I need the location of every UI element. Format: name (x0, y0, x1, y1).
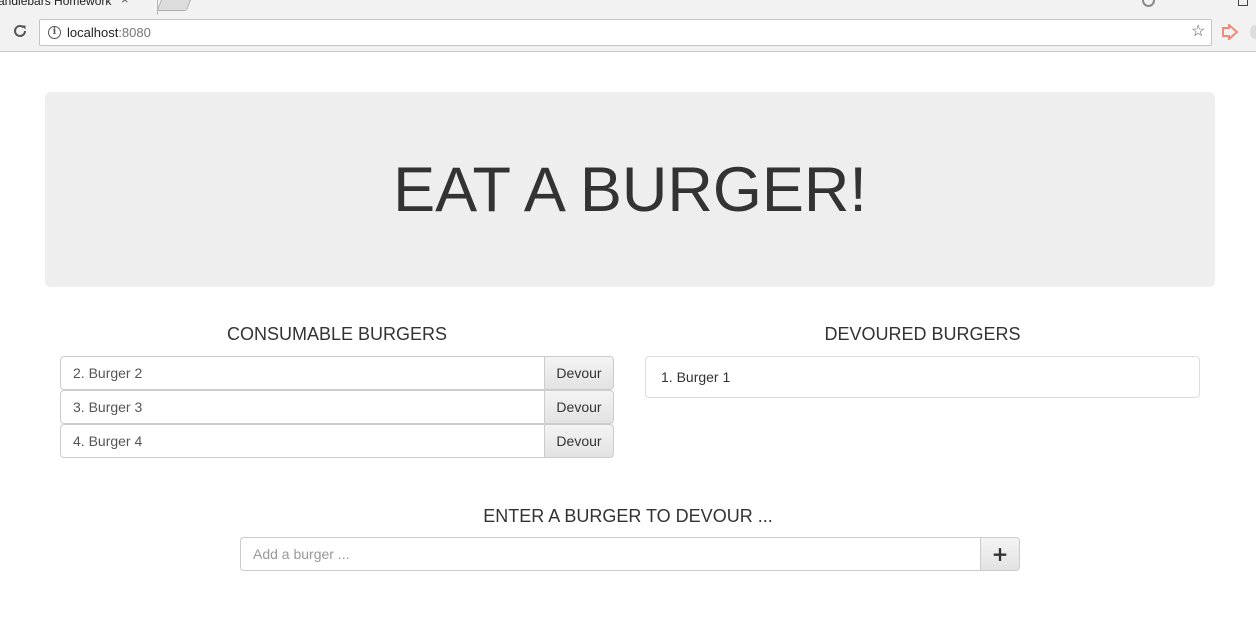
consumable-burger-name: 3. Burger 3 (60, 390, 544, 424)
add-burger-heading: ENTER A BURGER TO DEVOUR ... (483, 506, 773, 526)
tab-title: andlebars Homework (0, 0, 112, 8)
consumable-heading: CONSUMABLE BURGERS (226, 324, 448, 344)
browser-tab[interactable]: andlebars Homework × (0, 0, 158, 15)
add-burger-input[interactable] (240, 537, 980, 571)
tab-close-icon[interactable]: × (121, 0, 129, 6)
window-restore-icon[interactable] (1238, 0, 1248, 6)
address-bar[interactable]: i localhost:8080 ☆ (39, 19, 1212, 46)
new-tab-button[interactable] (156, 0, 194, 11)
profile-icon[interactable] (1142, 0, 1155, 7)
url-host: localhost (67, 25, 119, 40)
browser-tabstrip: andlebars Homework × (0, 0, 1256, 15)
add-burger-button[interactable]: + (980, 537, 1020, 571)
extension-icon-2[interactable] (1250, 25, 1256, 39)
bookmark-star-icon[interactable]: ☆ (1191, 23, 1205, 41)
consumable-burger-row: 3. Burger 3 Devour (60, 390, 614, 424)
url-text: localhost:8080 (67, 25, 151, 40)
reload-icon[interactable] (12, 23, 28, 39)
devoured-heading: DEVOURED BURGERS (824, 324, 1021, 344)
devour-button[interactable]: Devour (544, 356, 614, 390)
devoured-burger-item: 1. Burger 1 (645, 356, 1200, 398)
url-port: :8080 (118, 25, 151, 40)
consumable-burger-name: 4. Burger 4 (60, 424, 544, 458)
page-title: EAT A BURGER! (393, 154, 867, 225)
site-info-icon[interactable]: i (48, 26, 61, 39)
consumable-burger-name: 2. Burger 2 (60, 356, 544, 390)
devour-button[interactable]: Devour (544, 424, 614, 458)
devour-button[interactable]: Devour (544, 390, 614, 424)
extension-icon[interactable] (1221, 24, 1239, 40)
consumable-burger-row: 4. Burger 4 Devour (60, 424, 614, 458)
add-burger-form: + (240, 537, 1020, 571)
consumable-burger-row: 2. Burger 2 Devour (60, 356, 614, 390)
jumbotron: EAT A BURGER! (45, 92, 1215, 287)
devoured-burger-name: 1. Burger 1 (661, 369, 731, 385)
